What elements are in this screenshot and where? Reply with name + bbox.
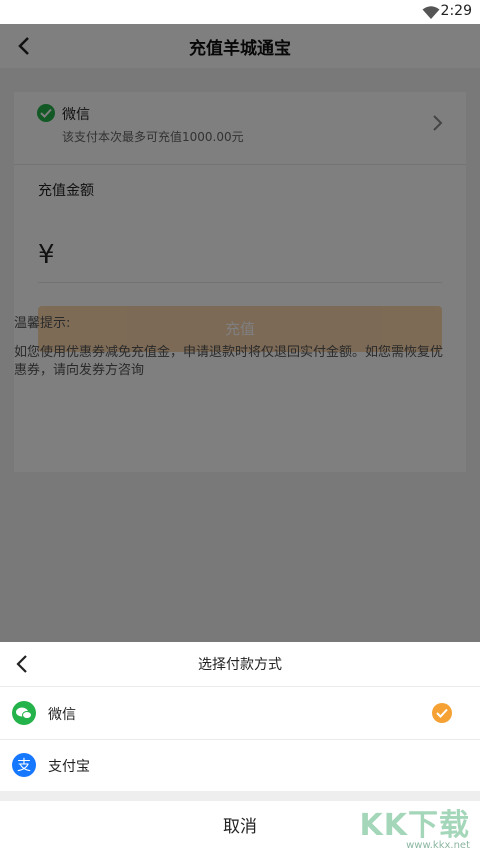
payment-method-sheet: 选择付款方式 微信 支 支付宝 取消 KK下载 www.kkx.net <box>0 642 480 853</box>
option-label: 支付宝 <box>48 759 90 775</box>
watermark: KK下载 www.kkx.net <box>360 800 471 851</box>
option-label: 微信 <box>48 707 76 723</box>
svg-text:支: 支 <box>17 758 31 774</box>
modal-overlay[interactable] <box>0 24 480 642</box>
option-wechat[interactable]: 微信 <box>0 687 480 739</box>
wechat-icon <box>12 701 36 725</box>
alipay-icon: 支 <box>12 753 36 777</box>
status-bar: 2:29 <box>0 0 480 24</box>
sheet-header: 选择付款方式 <box>0 642 480 686</box>
option-alipay[interactable]: 支 支付宝 <box>0 739 480 791</box>
watermark-logo: KK下载 <box>359 808 470 843</box>
status-time: 2:29 <box>440 3 472 19</box>
wifi-icon <box>422 5 440 24</box>
selected-check-icon <box>432 703 452 723</box>
sheet-title: 选择付款方式 <box>198 657 282 673</box>
